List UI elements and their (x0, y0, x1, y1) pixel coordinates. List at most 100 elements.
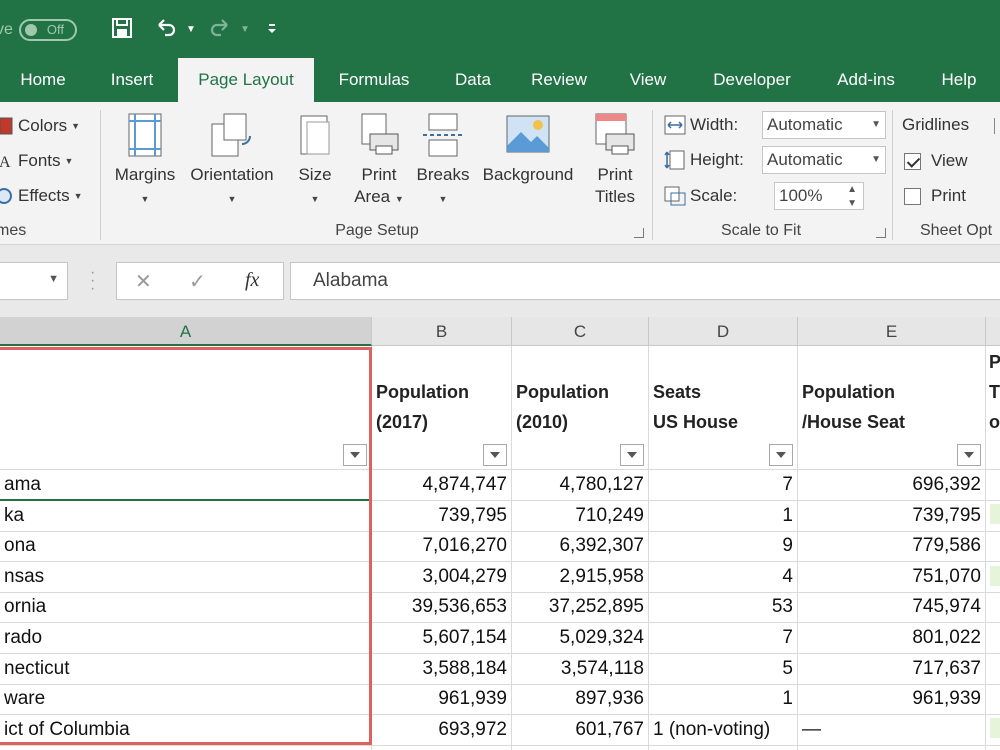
cell-f[interactable] (986, 592, 1000, 624)
tab-view[interactable]: View (620, 58, 676, 102)
filter-dropdown-icon[interactable] (343, 444, 367, 466)
cell-a[interactable]: nsas (0, 561, 372, 593)
cell-d[interactable]: 7 (649, 623, 798, 654)
cell-b[interactable]: 7,016,270 (372, 531, 512, 563)
undo-icon[interactable] (152, 14, 180, 42)
insert-function-icon[interactable]: fx (245, 269, 259, 292)
cell-d[interactable]: 7 (649, 470, 798, 501)
cell-c[interactable]: 5,029,324 (512, 623, 649, 654)
checkbox-checked-icon[interactable] (904, 152, 921, 170)
column-header-f[interactable] (986, 317, 1000, 346)
tab-add-ins[interactable]: Add-ins (826, 58, 906, 102)
column-header-a[interactable]: A (0, 317, 372, 346)
cell-a[interactable]: ona (0, 531, 372, 563)
cell-d[interactable]: 1 (649, 684, 798, 716)
effects-button[interactable]: Effects ▼ (0, 183, 83, 209)
cell-e[interactable]: 745,974 (798, 592, 986, 624)
enter-icon[interactable]: ✓ (189, 269, 206, 294)
cell-f[interactable] (986, 470, 1000, 501)
cell-b[interactable]: 693,972 (372, 714, 512, 746)
column-header-b[interactable]: B (372, 317, 512, 346)
breaks-button[interactable]: Breaks ▼ (414, 112, 472, 210)
cell-a[interactable]: ware (0, 684, 372, 716)
cell-e[interactable]: 696,392 (798, 470, 986, 501)
gridlines-print-checkbox[interactable]: Print (904, 183, 966, 209)
cell-c[interactable]: 3,574,118 (512, 653, 649, 685)
cell-f[interactable] (986, 745, 1000, 750)
cell-e[interactable]: 777,200 (798, 745, 986, 750)
cell-e[interactable]: 739,795 (798, 500, 986, 532)
cell-b[interactable]: 5,607,154 (372, 623, 512, 654)
scale-spinner[interactable]: 100% ▲ ▼ (774, 182, 864, 210)
autosave-switch[interactable]: Off (18, 19, 77, 41)
cell-a[interactable]: ict of Columbia (0, 714, 372, 746)
customize-qat-icon[interactable] (258, 14, 286, 42)
cell-e[interactable]: 801,022 (798, 623, 986, 654)
worksheet-grid[interactable]: A B C D E Population (2017) Population (… (0, 317, 1000, 750)
cell-a[interactable]: ka (0, 500, 372, 532)
save-icon[interactable] (108, 14, 136, 42)
tab-developer[interactable]: Developer (702, 58, 802, 102)
height-dropdown[interactable]: Automatic ▼ (762, 146, 886, 174)
cell-a[interactable]: rado (0, 623, 372, 654)
cell-c[interactable]: 2,915,958 (512, 561, 649, 593)
header-cell-d[interactable]: Seats US House (649, 346, 798, 470)
cell-c[interactable]: 897,936 (512, 684, 649, 716)
width-dropdown[interactable]: Automatic ▼ (762, 111, 886, 139)
orientation-button[interactable]: Orientation ▼ (184, 112, 280, 210)
cell-a[interactable]: da (0, 745, 372, 750)
column-header-e[interactable]: E (798, 317, 986, 346)
background-button[interactable]: Background (476, 112, 580, 186)
cell-f[interactable] (986, 684, 1000, 716)
cell-f[interactable] (986, 531, 1000, 563)
cell-a[interactable]: necticut (0, 653, 372, 685)
undo-dropdown-icon[interactable]: ▼ (186, 24, 196, 35)
cell-e[interactable]: 717,637 (798, 653, 986, 685)
cell-d[interactable]: 9 (649, 531, 798, 563)
cell-f[interactable] (986, 654, 1000, 685)
cell-b[interactable]: 739,795 (372, 500, 512, 532)
tab-home[interactable]: Home (8, 58, 78, 102)
checkbox-unchecked-icon[interactable] (904, 187, 921, 205)
cell-b[interactable]: 39,536,653 (372, 592, 512, 624)
filter-dropdown-icon[interactable] (957, 444, 981, 466)
cell-d[interactable]: 1 (non-voting) (649, 714, 798, 746)
filter-dropdown-icon[interactable] (769, 444, 793, 466)
column-header-c[interactable]: C (512, 317, 649, 346)
cell-f[interactable] (986, 623, 1000, 654)
filter-dropdown-icon[interactable] (620, 444, 644, 466)
cell-e[interactable]: — (798, 714, 986, 746)
tab-help[interactable]: Help (932, 58, 986, 102)
cell-a[interactable]: ornia (0, 592, 372, 624)
header-cell-a[interactable] (0, 346, 372, 470)
redo-dropdown-icon[interactable]: ▼ (240, 24, 250, 35)
cell-c[interactable]: 601,767 (512, 714, 649, 746)
spin-down-icon[interactable]: ▼ (847, 191, 857, 217)
tab-formulas[interactable]: Formulas (328, 58, 420, 102)
fonts-button[interactable]: A Fonts ▼ (0, 148, 73, 174)
filter-dropdown-icon[interactable] (483, 444, 507, 466)
header-cell-f[interactable]: P T o (986, 346, 1000, 470)
cell-c[interactable]: 4,780,127 (512, 470, 649, 501)
cell-d[interactable]: 5 (649, 653, 798, 685)
cell-d[interactable]: 4 (649, 561, 798, 593)
cell-c[interactable]: 710,249 (512, 500, 649, 532)
cell-e[interactable]: 961,939 (798, 684, 986, 716)
cell-b[interactable]: 3,588,184 (372, 653, 512, 685)
cell-e[interactable]: 751,070 (798, 561, 986, 593)
formula-bar-grip[interactable]: · · · (90, 265, 95, 297)
name-box[interactable]: ▼ (0, 262, 68, 300)
cell-d[interactable]: 1 (649, 500, 798, 532)
print-titles-button[interactable]: Print Titles (586, 112, 644, 208)
cancel-icon[interactable]: ✕ (135, 269, 152, 294)
cell-c[interactable]: 6,392,307 (512, 531, 649, 563)
header-cell-e[interactable]: Population /House Seat (798, 346, 986, 470)
scale-to-fit-launcher-icon[interactable] (876, 228, 886, 238)
redo-icon[interactable] (206, 14, 234, 42)
column-header-d[interactable]: D (649, 317, 798, 346)
margins-button[interactable]: Margins ▼ (110, 112, 180, 210)
colors-button[interactable]: Colors ▼ (0, 113, 80, 139)
tab-insert[interactable]: Insert (98, 58, 166, 102)
tab-review[interactable]: Review (524, 58, 594, 102)
page-setup-launcher-icon[interactable] (634, 228, 644, 238)
